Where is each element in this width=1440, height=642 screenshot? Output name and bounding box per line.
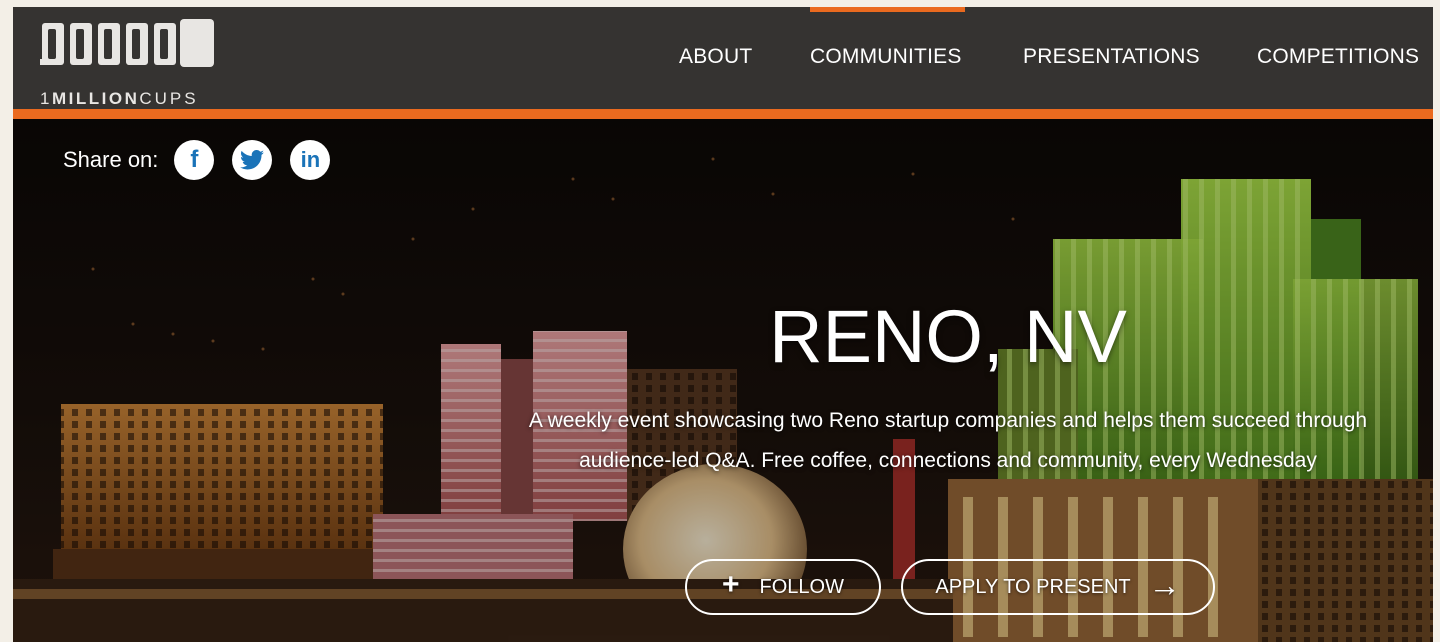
logo-bold: MILLION bbox=[51, 89, 140, 108]
nav-competitions[interactable]: COMPETITIONS bbox=[1257, 45, 1419, 69]
apply-to-present-button[interactable]: APPLY TO PRESENT → bbox=[901, 559, 1215, 615]
logo-light: CUPS bbox=[139, 89, 199, 108]
twitter-bird-icon bbox=[240, 150, 265, 170]
linkedin-icon[interactable]: in bbox=[290, 140, 331, 180]
share-label: Share on: bbox=[63, 147, 159, 172]
page-frame: 1MILLIONCUPS ABOUT COMMUNITIES PRESENTAT… bbox=[13, 7, 1433, 642]
apply-label: APPLY TO PRESENT bbox=[935, 575, 1131, 598]
nav-active-indicator bbox=[810, 7, 965, 12]
twitter-icon[interactable] bbox=[232, 140, 273, 180]
nav-communities[interactable]: COMMUNITIES bbox=[810, 45, 962, 69]
share-bar: Share on: f in bbox=[63, 140, 348, 180]
logo-wordmark: 1MILLIONCUPS bbox=[40, 89, 199, 109]
site-header: 1MILLIONCUPS ABOUT COMMUNITIES PRESENTAT… bbox=[13, 7, 1433, 109]
main-nav: ABOUT COMMUNITIES PRESENTATIONS COMPETIT… bbox=[13, 45, 1433, 75]
plus-icon: + bbox=[722, 568, 740, 601]
nav-presentations[interactable]: PRESENTATIONS bbox=[1023, 45, 1200, 69]
community-title: RENO, NV bbox=[769, 295, 1127, 378]
linkedin-glyph: in bbox=[300, 147, 321, 172]
community-description: A weekly event showcasing two Reno start… bbox=[528, 409, 1368, 472]
header-accent-bar bbox=[13, 109, 1433, 119]
facebook-icon[interactable]: f bbox=[174, 140, 215, 180]
facebook-glyph: f bbox=[190, 146, 199, 173]
follow-label: FOLLOW bbox=[759, 575, 844, 598]
arrow-right-icon: → bbox=[1148, 566, 1181, 603]
logo-prefix: 1 bbox=[40, 89, 52, 108]
follow-button[interactable]: + FOLLOW bbox=[685, 559, 881, 615]
nav-about[interactable]: ABOUT bbox=[679, 45, 752, 69]
